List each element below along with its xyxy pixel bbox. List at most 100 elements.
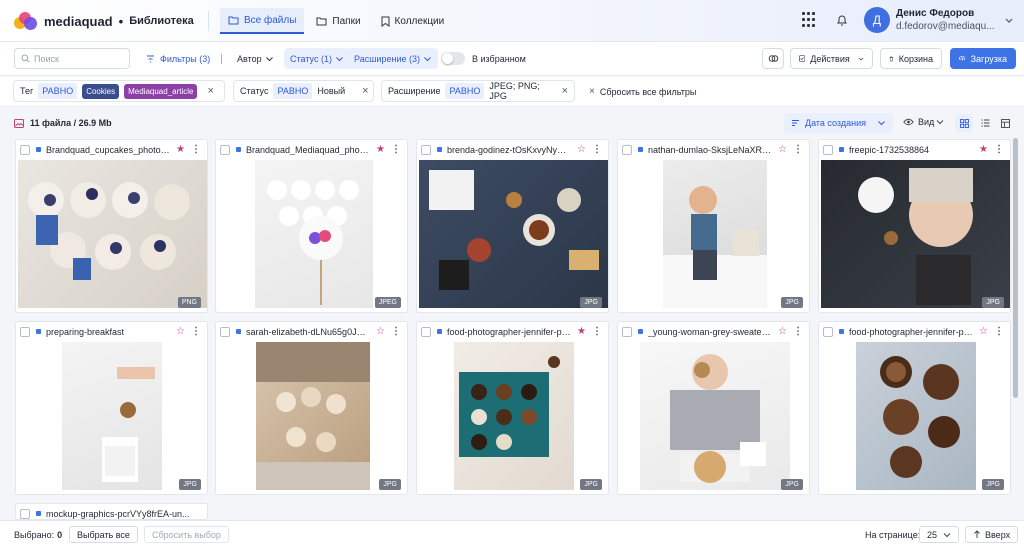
file-checkbox[interactable]	[823, 144, 833, 155]
file-thumbnail[interactable]	[821, 160, 1010, 308]
tag-chip-mediaquad-article[interactable]: Mediaquad_article	[124, 83, 198, 99]
file-thumbnail[interactable]	[856, 342, 976, 490]
file-checkbox[interactable]	[220, 326, 230, 337]
view-select[interactable]: Вид	[903, 117, 944, 127]
file-checkbox[interactable]	[20, 508, 30, 519]
file-checkbox[interactable]	[220, 144, 230, 155]
file-name[interactable]: sarah-elizabeth-dLNu65g0JMA-un...	[246, 327, 370, 337]
filters-button[interactable]: Фильтры (3)	[140, 48, 216, 69]
star-icon[interactable]: ☆	[577, 144, 586, 155]
logo[interactable]: mediaquad • Библиотека	[14, 11, 194, 31]
more-icon[interactable]: ⋮	[391, 144, 401, 155]
file-name[interactable]: _young-woman-grey-sweater-eati...	[648, 327, 772, 337]
star-icon[interactable]: ☆	[778, 326, 787, 337]
search-input[interactable]	[34, 53, 124, 64]
table-view-button[interactable]	[996, 114, 1014, 132]
file-card[interactable]: food-photographer-jennifer-palli... ☆ ⋮ JPG	[818, 321, 1011, 495]
scroll-top-button[interactable]: Вверх	[965, 526, 1019, 543]
file-checkbox[interactable]	[622, 326, 632, 337]
clear-selection-button[interactable]: Сбросить выбор	[144, 526, 229, 543]
file-card[interactable]: food-photographer-jennifer-palli... ★ ⋮ JPG	[416, 321, 609, 495]
file-name[interactable]: mockup-graphics-pcrVYy8frEA-un...	[46, 509, 201, 519]
tab-folders[interactable]: Папки	[308, 8, 368, 34]
chevron-down-icon[interactable]	[1004, 15, 1014, 25]
more-icon[interactable]: ⋮	[391, 326, 401, 337]
upload-button[interactable]: Загрузка	[950, 48, 1016, 69]
file-card[interactable]: mockup-graphics-pcrVYy8frEA-un...	[15, 503, 208, 520]
filter-operator[interactable]: РАВНО	[38, 83, 78, 99]
file-card[interactable]: nathan-dumlao-SksjLeNaXRk-uns... ☆ ⋮ JPG	[617, 139, 810, 313]
file-thumbnail[interactable]	[663, 160, 767, 308]
file-thumbnail[interactable]	[640, 342, 790, 490]
file-card[interactable]: preparing-breakfast ☆ ⋮ JPG	[15, 321, 208, 495]
file-name[interactable]: brenda-godinez-tOsKxvyNyDw-u...	[447, 145, 571, 155]
file-checkbox[interactable]	[421, 144, 431, 155]
file-checkbox[interactable]	[823, 326, 833, 337]
star-icon[interactable]: ☆	[376, 326, 385, 337]
list-view-button[interactable]	[976, 114, 994, 132]
scrollbar-thumb[interactable]	[1013, 138, 1018, 398]
tab-collections[interactable]: Коллекции	[373, 8, 453, 34]
star-icon[interactable]: ☆	[176, 326, 185, 337]
reset-filters-button[interactable]: × Сбросить все фильтры	[589, 86, 696, 97]
more-icon[interactable]: ⋮	[592, 326, 602, 337]
more-icon[interactable]: ⋮	[191, 144, 201, 155]
status-filter[interactable]: Статус (1)	[284, 48, 350, 69]
more-icon[interactable]: ⋮	[994, 144, 1004, 155]
ai-button[interactable]	[762, 48, 784, 69]
scrollbar[interactable]	[1013, 138, 1018, 514]
more-icon[interactable]: ⋮	[793, 326, 803, 337]
file-card[interactable]: _young-woman-grey-sweater-eati... ☆ ⋮ JPG	[617, 321, 810, 495]
more-icon[interactable]: ⋮	[191, 326, 201, 337]
trash-button[interactable]: Корзина	[880, 48, 942, 69]
star-icon[interactable]: ★	[176, 144, 185, 155]
avatar[interactable]: Д	[864, 7, 890, 33]
file-thumbnail[interactable]	[18, 160, 207, 308]
file-card[interactable]: brenda-godinez-tOsKxvyNyDw-u... ☆ ⋮ JPG	[416, 139, 609, 313]
filter-status-value[interactable]: Новый	[317, 86, 345, 96]
file-checkbox[interactable]	[421, 326, 431, 337]
file-thumbnail[interactable]	[255, 160, 373, 308]
file-thumbnail[interactable]	[62, 342, 162, 490]
close-icon[interactable]: ×	[362, 85, 368, 97]
filter-extension-value[interactable]: JPEG; PNG; JPG	[489, 81, 548, 101]
sort-select[interactable]: Дата создания	[784, 113, 893, 133]
file-name[interactable]: food-photographer-jennifer-palli...	[849, 327, 973, 337]
select-all-button[interactable]: Выбрать все	[69, 526, 138, 543]
tab-all-files[interactable]: Все файлы	[220, 8, 305, 34]
file-name[interactable]: Brandquad_Mediaquad_photo_2...	[246, 145, 370, 155]
star-icon[interactable]: ☆	[778, 144, 787, 155]
file-thumbnail[interactable]	[419, 160, 608, 308]
favorites-toggle[interactable]	[441, 52, 465, 65]
star-icon[interactable]: ☆	[979, 326, 988, 337]
per-page-select[interactable]: 25	[919, 526, 959, 543]
search-box[interactable]	[14, 48, 130, 69]
filter-operator[interactable]: РАВНО	[273, 83, 313, 99]
file-checkbox[interactable]	[622, 144, 632, 155]
file-name[interactable]: freepic-1732538864	[849, 145, 973, 155]
file-name[interactable]: preparing-breakfast	[46, 327, 170, 337]
close-icon[interactable]: ×	[207, 85, 213, 97]
more-icon[interactable]: ⋮	[592, 144, 602, 155]
file-checkbox[interactable]	[20, 144, 30, 155]
extension-filter[interactable]: Расширение (3)	[348, 48, 438, 69]
file-name[interactable]: nathan-dumlao-SksjLeNaXRk-uns...	[648, 145, 772, 155]
bell-icon[interactable]	[836, 14, 848, 27]
apps-grid-icon[interactable]	[802, 12, 818, 28]
star-icon[interactable]: ★	[376, 144, 385, 155]
user-info[interactable]: Денис Федоров d.fedorov@mediaqu...	[896, 8, 1000, 32]
close-icon[interactable]: ×	[562, 85, 568, 97]
file-card[interactable]: Brandquad_Mediaquad_photo_2... ★ ⋮ JPEG	[215, 139, 408, 313]
file-checkbox[interactable]	[20, 326, 30, 337]
filter-operator[interactable]: РАВНО	[445, 83, 485, 99]
more-icon[interactable]: ⋮	[994, 326, 1004, 337]
actions-button[interactable]: Действия	[790, 48, 873, 69]
file-thumbnail[interactable]	[454, 342, 574, 490]
file-card[interactable]: sarah-elizabeth-dLNu65g0JMA-un... ☆ ⋮ JPG	[215, 321, 408, 495]
star-icon[interactable]: ★	[979, 144, 988, 155]
author-filter[interactable]: Автор	[231, 48, 280, 69]
more-icon[interactable]: ⋮	[793, 144, 803, 155]
file-card[interactable]: Brandquad_cupcakes_photo_2024-... ★ ⋮ PNG	[15, 139, 208, 313]
tag-chip-cookies[interactable]: Cookies	[82, 83, 120, 99]
star-icon[interactable]: ★	[577, 326, 586, 337]
